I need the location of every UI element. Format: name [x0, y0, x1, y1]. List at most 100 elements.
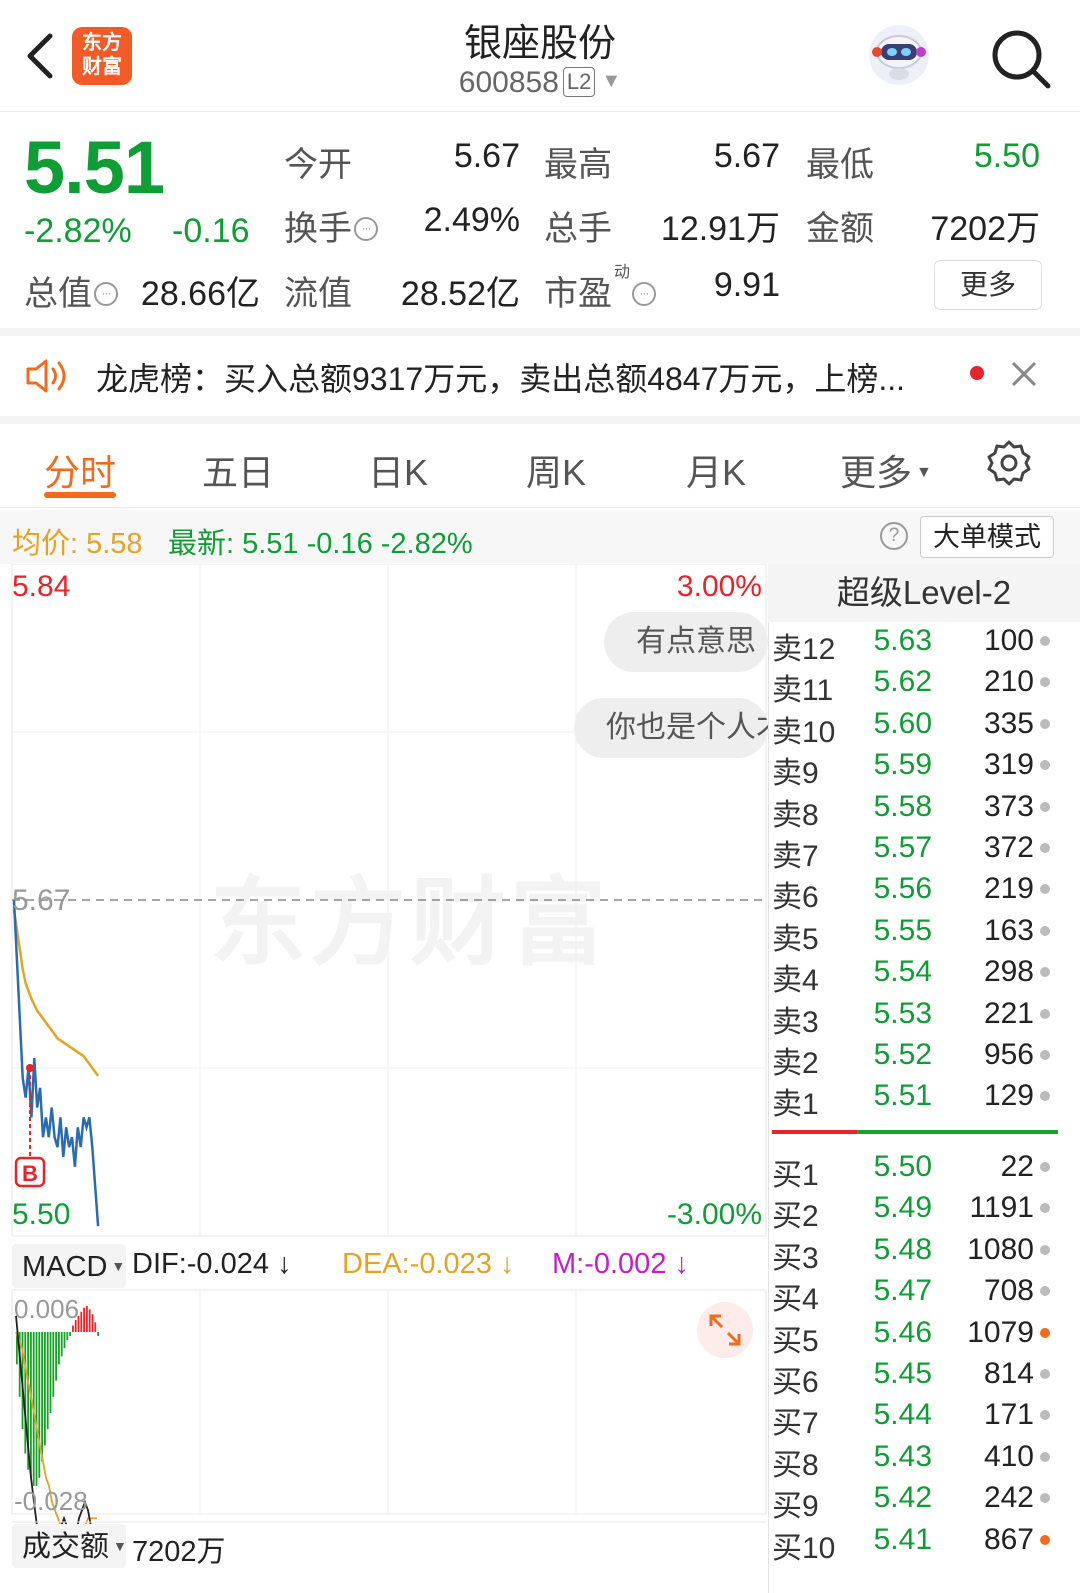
tab-five-day[interactable]: 五日: [202, 444, 274, 496]
bid-row[interactable]: 买5 5.46 1079: [772, 1315, 1062, 1358]
bid-row[interactable]: 买4 5.47 708: [772, 1274, 1062, 1316]
level-name: 卖9: [772, 757, 819, 791]
buy-marker-label: B: [22, 1161, 38, 1186]
comment-bubble[interactable]: 你也是个人才: [574, 698, 768, 758]
bid-row[interactable]: 买10 5.41 867: [772, 1523, 1062, 1565]
level-quantity: 163: [983, 913, 1034, 947]
big-order-mode-button[interactable]: 大单模式: [920, 516, 1054, 558]
level-quantity: 335: [983, 706, 1034, 740]
logo-text-2: 财富: [82, 56, 122, 78]
level-price: 5.49: [873, 1191, 932, 1225]
level-quantity: 708: [983, 1274, 1034, 1308]
series-line: [12, 909, 100, 1077]
volume-value: 12.91万: [660, 210, 780, 248]
bid-row[interactable]: 买9 5.42 242: [772, 1481, 1062, 1523]
tab-daily-k[interactable]: 日K: [368, 444, 428, 496]
robot-assistant-icon[interactable]: [866, 22, 932, 88]
pe-dynamic-mark: 动: [614, 264, 631, 281]
expand-button[interactable]: [697, 1302, 753, 1358]
more-quote-button[interactable]: 更多: [934, 260, 1042, 310]
ask-row[interactable]: 卖4 5.54 298: [772, 955, 1062, 997]
level-name: 买8: [772, 1448, 819, 1482]
ask-row[interactable]: 卖6 5.56 219: [772, 872, 1062, 914]
ask-row[interactable]: 卖9 5.59 319: [772, 748, 1062, 790]
order-book-title[interactable]: 超级Level-2: [768, 564, 1080, 622]
bid-row[interactable]: 买1 5.50 22: [772, 1150, 1062, 1192]
gear-icon[interactable]: [984, 438, 1034, 488]
info-icon: ···: [632, 282, 656, 306]
level-quantity: 22: [1000, 1150, 1034, 1183]
order-dot-icon: [1040, 801, 1050, 812]
ask-row[interactable]: 卖1 5.51 129: [772, 1079, 1062, 1121]
app-logo[interactable]: 东方 财富: [72, 27, 132, 85]
float-cap-value: 28.52亿: [400, 275, 520, 313]
turnover-label[interactable]: 换手 ···: [284, 201, 378, 250]
ask-row[interactable]: 卖12 5.63 100: [772, 624, 1062, 666]
macd-bar: [94, 1322, 97, 1332]
tab-intraday[interactable]: 分时: [44, 444, 116, 496]
level-price: 5.51: [873, 1079, 932, 1113]
bid-row[interactable]: 买6 5.45 814: [772, 1357, 1062, 1399]
y-prev-close-label: 5.67: [12, 884, 71, 917]
back-arrow-icon[interactable]: [22, 30, 62, 82]
order-dot-icon: [1040, 1327, 1050, 1338]
help-icon[interactable]: ?: [880, 522, 908, 550]
close-icon[interactable]: [1010, 360, 1038, 388]
macd-bar: [30, 1332, 32, 1478]
search-icon[interactable]: [990, 28, 1052, 90]
bid-row[interactable]: 买3 5.48 1080: [772, 1232, 1062, 1275]
sell-ratio-segment: [857, 1130, 1058, 1134]
ask-row[interactable]: 卖10 5.60 335: [772, 706, 1062, 749]
level-quantity: 319: [983, 748, 1034, 782]
divider: [0, 416, 1080, 424]
level-price: 5.52: [873, 1038, 932, 1071]
active-tab-indicator: [44, 492, 116, 498]
notice-bar[interactable]: 龙虎榜：买入总额9317万元，卖出总额4847万元，上榜...: [0, 336, 1080, 416]
level-quantity: 242: [983, 1481, 1034, 1515]
last-price: 5.51: [24, 126, 165, 209]
ask-row[interactable]: 卖7 5.57 372: [772, 831, 1062, 873]
bid-row[interactable]: 买8 5.43 410: [772, 1440, 1062, 1482]
level-quantity: 171: [983, 1398, 1034, 1432]
pe-label-text: 市盈: [544, 275, 612, 313]
macd-bar: [83, 1307, 85, 1332]
level-quantity: 1080: [967, 1232, 1034, 1266]
level-name: 买10: [772, 1531, 836, 1565]
ask-row[interactable]: 卖2 5.52 956: [772, 1038, 1062, 1080]
chart-tabs: 分时 五日 日K 周K 月K 更多 ▼: [0, 424, 1080, 508]
open-label: 今开: [284, 146, 352, 184]
pe-value: 9.91: [713, 266, 780, 304]
ask-row[interactable]: 卖5 5.55 163: [772, 913, 1062, 956]
notice-text: 龙虎榜：买入总额9317万元，卖出总额4847万元，上榜...: [96, 361, 906, 397]
level-name: 买1: [772, 1159, 819, 1192]
macd-bar: [66, 1332, 69, 1341]
level-quantity: 1191: [969, 1191, 1034, 1225]
ask-row[interactable]: 卖3 5.53 221: [772, 997, 1062, 1039]
pe-label[interactable]: 市盈 ···: [544, 266, 656, 315]
tab-more[interactable]: 更多 ▼: [840, 444, 932, 496]
buy-ratio-segment: [772, 1130, 858, 1134]
level-price: 5.62: [873, 665, 932, 699]
volume-selector[interactable]: 成交额 ▼: [12, 1524, 127, 1568]
macd-selector[interactable]: MACD ▼: [12, 1244, 126, 1288]
tab-weekly-k[interactable]: 周K: [526, 444, 586, 496]
market-cap-label[interactable]: 总值 ···: [24, 266, 118, 315]
order-dot-icon: [1040, 1162, 1050, 1172]
level-quantity: 956: [983, 1038, 1034, 1071]
tab-monthly-k[interactable]: 月K: [686, 444, 746, 496]
stock-code-row[interactable]: 600858 L2 ▼: [340, 66, 740, 100]
level-quantity: 1079: [967, 1315, 1034, 1349]
bid-row[interactable]: 买2 5.49 1191: [772, 1191, 1062, 1233]
order-dot-icon: [1040, 1203, 1050, 1214]
macd-bar: [35, 1332, 38, 1486]
level-price: 5.55: [873, 913, 932, 947]
ask-row[interactable]: 卖8 5.58 373: [772, 790, 1062, 832]
market-cap-value: 28.66亿: [140, 275, 260, 313]
bid-row[interactable]: 买7 5.44 171: [772, 1398, 1062, 1440]
volume-label: 总手: [544, 210, 612, 248]
order-dot-icon: [1040, 1091, 1050, 1102]
caret-down-icon: ▼: [916, 464, 932, 481]
ask-row[interactable]: 卖11 5.62 210: [772, 665, 1062, 707]
macd-bar: [58, 1332, 60, 1365]
comment-bubble[interactable]: 有点意思: [604, 612, 768, 672]
